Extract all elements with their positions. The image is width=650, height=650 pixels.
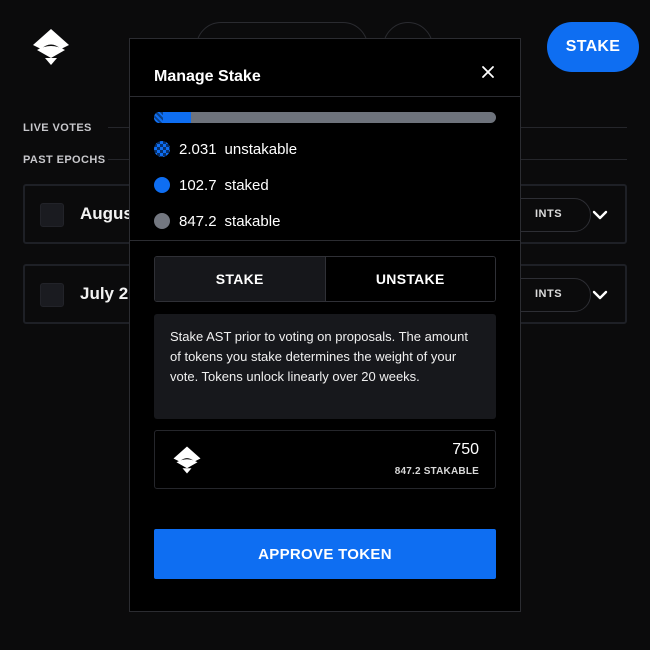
stake-header-button[interactable]: STAKE xyxy=(547,22,639,72)
points-button-label: INTS xyxy=(535,288,563,300)
staked-dot-icon xyxy=(154,177,170,193)
unstakable-value: 2.031 xyxy=(179,140,217,158)
live-votes-heading: LIVE VOTES xyxy=(23,122,92,134)
manage-stake-modal: Manage Stake 2.031 unstakable 102.7 stak… xyxy=(129,38,521,612)
unstakable-label: unstakable xyxy=(224,140,298,158)
staked-label: staked xyxy=(224,176,269,194)
stakable-value: 847.2 xyxy=(179,212,217,230)
unstakable-segment xyxy=(154,112,163,123)
amount-input[interactable] xyxy=(329,441,479,459)
close-icon[interactable] xyxy=(477,61,499,83)
airswap-logo-icon[interactable] xyxy=(31,28,71,66)
stake-tabs: STAKE UNSTAKE xyxy=(154,256,496,302)
amount-field[interactable]: 847.2 STAKABLE xyxy=(154,430,496,489)
modal-divider xyxy=(130,240,520,241)
chevron-down-icon[interactable] xyxy=(589,204,611,226)
stake-progress-bar xyxy=(154,112,496,123)
points-button-label: INTS xyxy=(535,208,563,220)
legend-staked: 102.7 staked xyxy=(154,175,269,195)
modal-title: Manage Stake xyxy=(154,68,261,85)
chevron-down-icon[interactable] xyxy=(589,284,611,306)
modal-divider xyxy=(130,96,520,97)
tab-unstake[interactable]: UNSTAKE xyxy=(325,257,495,301)
approve-token-button[interactable]: APPROVE TOKEN xyxy=(154,529,496,579)
stake-info-text: Stake AST prior to voting on proposals. … xyxy=(154,314,496,419)
legend-unstakable: 2.031 unstakable xyxy=(154,139,297,159)
ast-token-icon xyxy=(173,446,201,474)
epoch-checkbox[interactable] xyxy=(40,283,64,307)
stakable-balance-note: 847.2 STAKABLE xyxy=(394,466,479,477)
stakable-label: stakable xyxy=(224,212,281,230)
stakable-dot-icon xyxy=(154,213,170,229)
staked-segment xyxy=(162,112,192,123)
legend-stakable: 847.2 stakable xyxy=(154,211,280,231)
unstakable-dot-icon xyxy=(154,141,170,157)
staked-value: 102.7 xyxy=(179,176,217,194)
tab-stake[interactable]: STAKE xyxy=(155,257,326,301)
past-epochs-heading: PAST EPOCHS xyxy=(23,154,106,166)
epoch-checkbox[interactable] xyxy=(40,203,64,227)
